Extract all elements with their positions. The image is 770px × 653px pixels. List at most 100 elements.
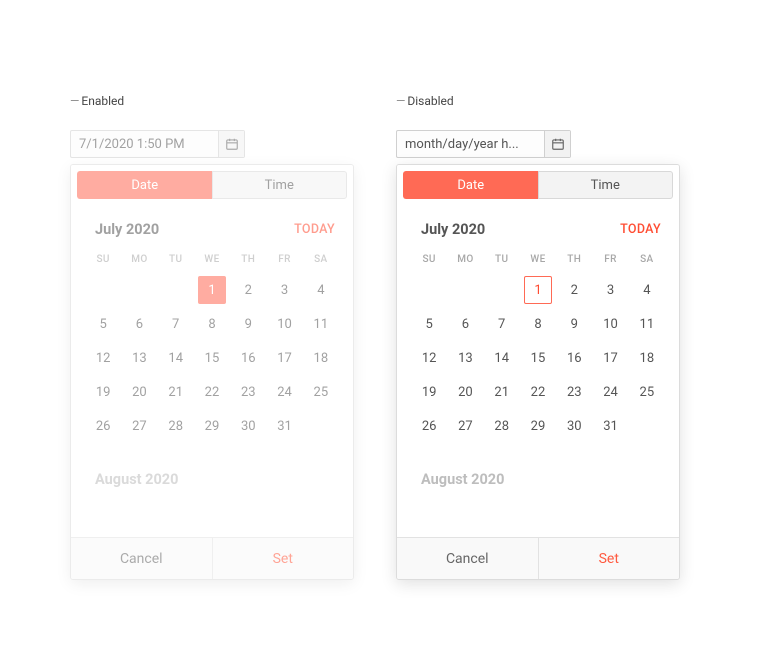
day-cell[interactable]: 5 — [85, 307, 121, 341]
day-cell[interactable]: 22 — [520, 375, 556, 409]
tab-date[interactable]: Date — [403, 171, 538, 199]
day-cell[interactable]: 14 — [484, 341, 520, 375]
calendar-grid: 1234567891011121314151617181920212223242… — [85, 273, 339, 443]
day-cell[interactable]: 10 — [592, 307, 628, 341]
day-cell[interactable]: 30 — [556, 409, 592, 443]
day-cell[interactable]: 7 — [158, 307, 194, 341]
today-link[interactable]: TODAY — [620, 222, 661, 237]
calendar-icon-button[interactable] — [218, 131, 244, 157]
day-cell[interactable]: 16 — [556, 341, 592, 375]
calendar-icon — [225, 137, 239, 151]
state-label-text: Enabled — [81, 94, 124, 108]
dash-icon: — — [396, 94, 405, 108]
day-cell[interactable]: 17 — [592, 341, 628, 375]
dow-we: WE — [520, 250, 556, 273]
dow-fr: FR — [592, 250, 628, 273]
date-input[interactable]: month/day/year h... — [397, 131, 544, 157]
cancel-button[interactable]: Cancel — [71, 538, 213, 579]
day-cell[interactable]: 17 — [266, 341, 302, 375]
dow-th: TH — [556, 250, 592, 273]
day-cell[interactable]: 18 — [303, 341, 339, 375]
day-cell[interactable]: 8 — [194, 307, 230, 341]
day-cell[interactable]: 20 — [121, 375, 157, 409]
cancel-button[interactable]: Cancel — [397, 538, 539, 579]
day-cell[interactable]: 28 — [158, 409, 194, 443]
day-cell[interactable]: 23 — [230, 375, 266, 409]
day-cell[interactable]: 9 — [556, 307, 592, 341]
day-cell[interactable]: 20 — [447, 375, 483, 409]
day-cell[interactable]: 4 — [303, 273, 339, 307]
day-cell[interactable]: 25 — [629, 375, 665, 409]
next-month-title: August 2020 — [421, 471, 661, 488]
day-cell[interactable]: 3 — [266, 273, 302, 307]
date-input-group[interactable]: month/day/year h... — [396, 130, 571, 158]
day-cell[interactable]: 10 — [266, 307, 302, 341]
day-cell[interactable]: 14 — [158, 341, 194, 375]
day-cell[interactable]: 28 — [484, 409, 520, 443]
day-cell[interactable]: 4 — [629, 273, 665, 307]
picker-footer: Cancel Set — [71, 537, 353, 579]
day-cell[interactable]: 22 — [194, 375, 230, 409]
day-cell[interactable]: 15 — [194, 341, 230, 375]
day-cell[interactable]: 7 — [484, 307, 520, 341]
day-cell[interactable]: 13 — [121, 341, 157, 375]
day-cell[interactable]: 12 — [85, 341, 121, 375]
day-cell[interactable]: 16 — [230, 341, 266, 375]
day-cell[interactable]: 27 — [121, 409, 157, 443]
dow-row: SU MO TU WE TH FR SA — [85, 250, 339, 273]
datepicker-popup: Date Time July 2020 TODAY SU MO TU WE TH… — [396, 164, 680, 580]
day-cell[interactable]: 2 — [230, 273, 266, 307]
day-cell[interactable]: 31 — [266, 409, 302, 443]
day-cell — [484, 273, 520, 307]
day-cell[interactable]: 2 — [556, 273, 592, 307]
day-cell[interactable]: 6 — [121, 307, 157, 341]
day-cell[interactable]: 9 — [230, 307, 266, 341]
week-row: 1234 — [411, 273, 665, 307]
day-cell[interactable]: 8 — [520, 307, 556, 341]
day-cell[interactable]: 29 — [520, 409, 556, 443]
day-cell — [447, 273, 483, 307]
day-cell[interactable]: 24 — [266, 375, 302, 409]
calendar-icon-button[interactable] — [544, 131, 570, 157]
tab-time[interactable]: Time — [212, 171, 348, 199]
day-cell[interactable]: 23 — [556, 375, 592, 409]
day-cell[interactable]: 25 — [303, 375, 339, 409]
day-cell[interactable]: 27 — [447, 409, 483, 443]
state-label: — Enabled — [70, 94, 360, 108]
set-button[interactable]: Set — [539, 538, 680, 579]
tab-time[interactable]: Time — [538, 171, 674, 199]
day-cell[interactable]: 19 — [85, 375, 121, 409]
day-cell[interactable]: 11 — [629, 307, 665, 341]
calendar-body: July 2020 TODAY SU MO TU WE TH FR SA 123… — [71, 205, 353, 537]
day-cell — [303, 409, 339, 443]
month-header: July 2020 TODAY — [411, 211, 665, 250]
day-cell[interactable]: 26 — [411, 409, 447, 443]
day-cell[interactable]: 13 — [447, 341, 483, 375]
date-input[interactable]: 7/1/2020 1:50 PM — [71, 131, 218, 157]
day-cell[interactable]: 19 — [411, 375, 447, 409]
day-cell[interactable]: 6 — [447, 307, 483, 341]
day-cell[interactable]: 1 — [194, 273, 230, 307]
day-cell[interactable]: 31 — [592, 409, 628, 443]
day-cell[interactable]: 12 — [411, 341, 447, 375]
day-cell[interactable]: 15 — [520, 341, 556, 375]
week-row: 12131415161718 — [85, 341, 339, 375]
day-cell[interactable]: 21 — [484, 375, 520, 409]
tab-date[interactable]: Date — [77, 171, 212, 199]
day-cell[interactable]: 3 — [592, 273, 628, 307]
day-cell[interactable]: 21 — [158, 375, 194, 409]
month-title: July 2020 — [421, 221, 485, 238]
today-link[interactable]: TODAY — [294, 222, 335, 237]
day-cell[interactable]: 24 — [592, 375, 628, 409]
day-cell[interactable]: 26 — [85, 409, 121, 443]
dow-mo: MO — [121, 250, 157, 273]
day-cell[interactable]: 18 — [629, 341, 665, 375]
day-cell[interactable]: 5 — [411, 307, 447, 341]
set-button[interactable]: Set — [213, 538, 354, 579]
day-cell[interactable]: 29 — [194, 409, 230, 443]
day-cell[interactable]: 1 — [520, 273, 556, 307]
day-cell[interactable]: 11 — [303, 307, 339, 341]
week-row: 12131415161718 — [411, 341, 665, 375]
date-input-group[interactable]: 7/1/2020 1:50 PM — [70, 130, 245, 158]
day-cell[interactable]: 30 — [230, 409, 266, 443]
